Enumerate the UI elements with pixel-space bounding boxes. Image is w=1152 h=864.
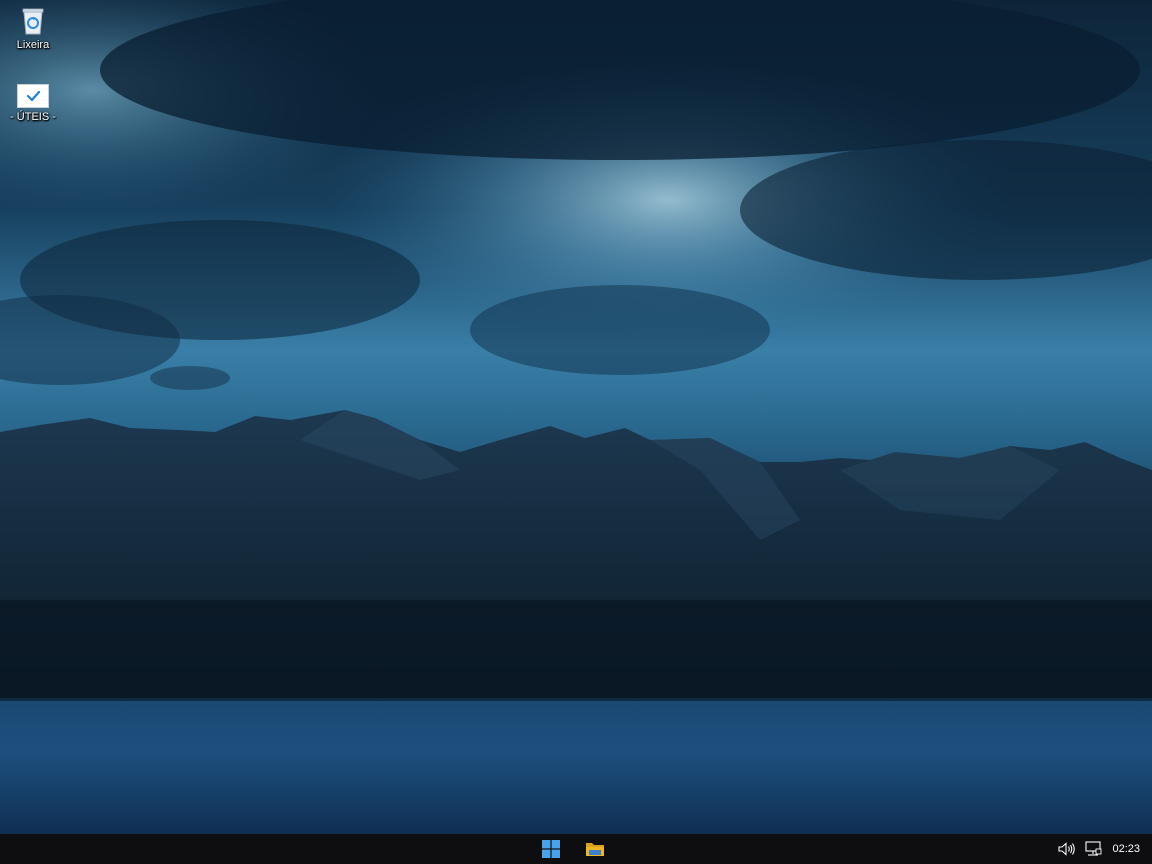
- checkmark-shortcut-icon: [17, 84, 49, 108]
- system-tray: 02:23: [1056, 834, 1152, 864]
- desktop-icon-label: Lixeira: [16, 39, 50, 51]
- desktop-icon-uteis[interactable]: - ÚTEIS -: [1, 84, 65, 124]
- start-button[interactable]: [537, 837, 565, 861]
- desktop[interactable]: Lixeira - ÚTEIS -: [0, 0, 1152, 834]
- file-explorer-button[interactable]: [581, 837, 609, 861]
- desktop-icon-label: - ÚTEIS -: [10, 111, 56, 123]
- taskbar: 02:23: [0, 834, 1152, 864]
- windows-logo-icon: [542, 840, 560, 858]
- wallpaper: [0, 0, 1152, 834]
- recycle-bin-icon: [22, 8, 44, 35]
- taskbar-clock[interactable]: 02:23: [1104, 843, 1152, 855]
- desktop-icon-recycle-bin[interactable]: Lixeira: [1, 6, 65, 52]
- network-icon[interactable]: [1082, 838, 1104, 860]
- folder-icon: [586, 843, 604, 856]
- speaker-icon[interactable]: [1056, 838, 1078, 860]
